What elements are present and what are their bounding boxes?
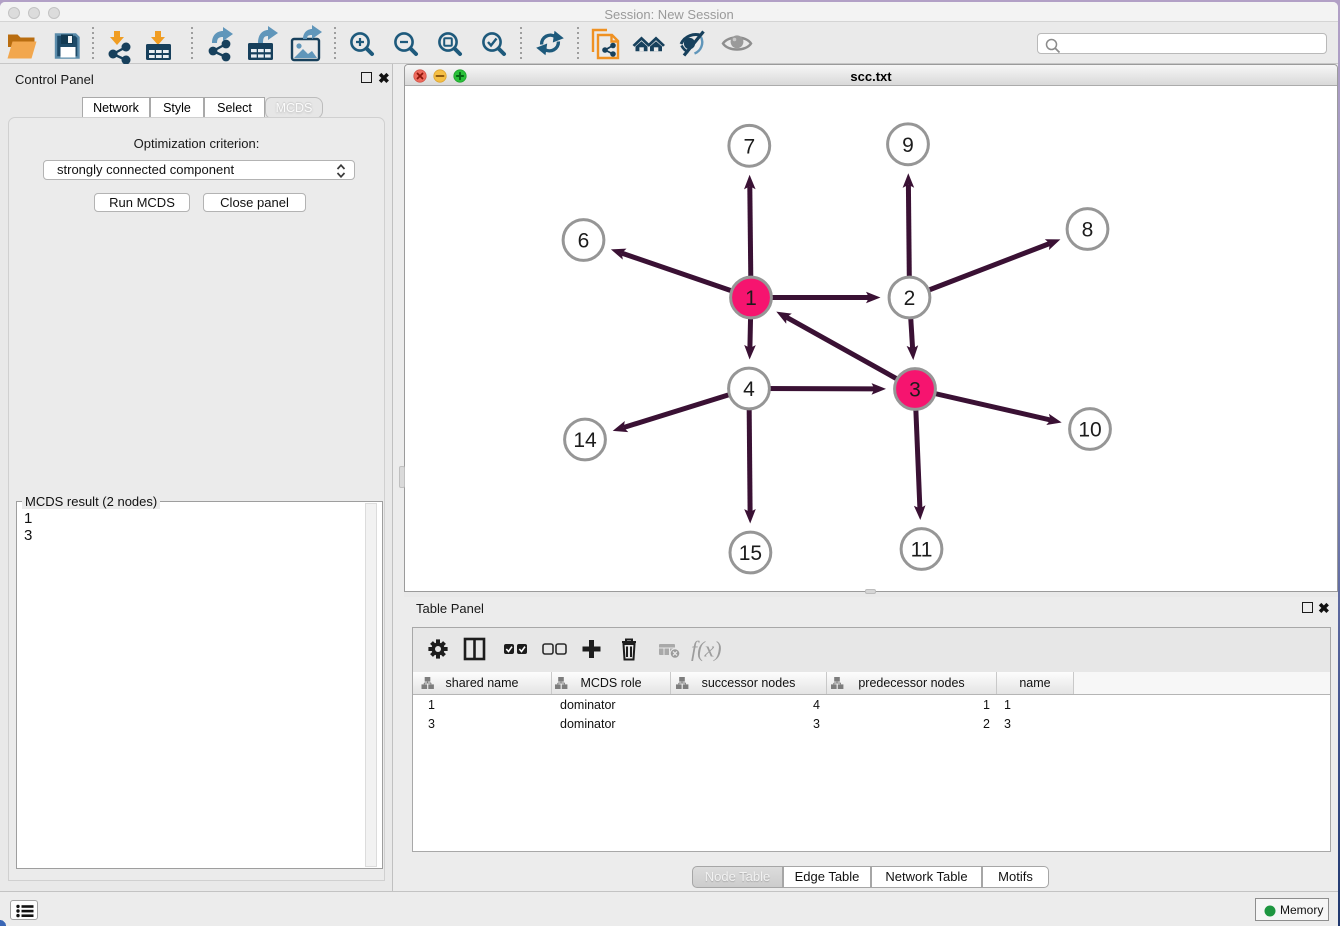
svg-text:9: 9 [902,134,914,157]
svg-text:1: 1 [745,287,757,310]
svg-text:2: 2 [904,287,916,310]
svg-text:3: 3 [909,379,921,402]
svg-text:15: 15 [739,542,762,565]
svg-text:4: 4 [743,378,755,401]
svg-text:11: 11 [911,539,933,562]
svg-text:10: 10 [1078,419,1101,442]
svg-text:7: 7 [743,135,755,158]
svg-text:14: 14 [573,429,597,452]
svg-text:6: 6 [578,230,590,253]
svg-text:8: 8 [1082,219,1094,242]
svg-text:f(x): f(x) [691,637,722,662]
